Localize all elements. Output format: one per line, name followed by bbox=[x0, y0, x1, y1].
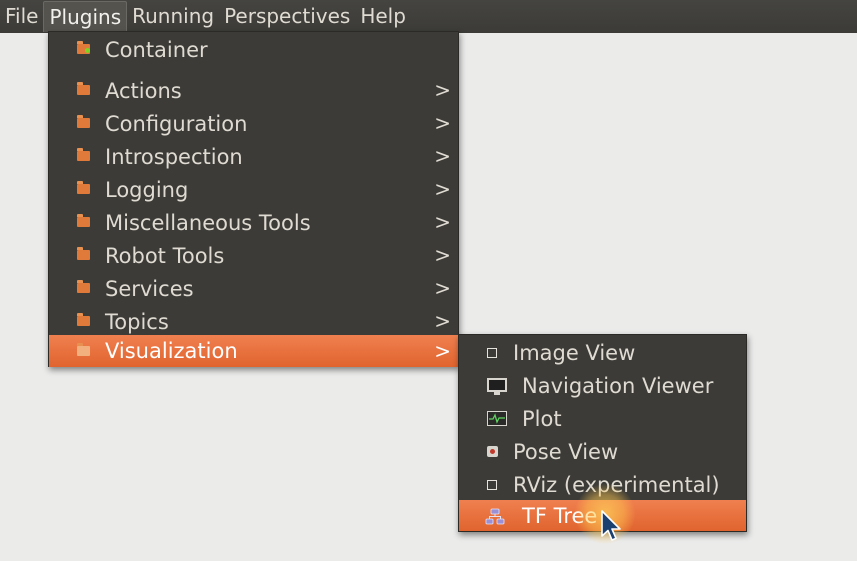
menu-item-logging[interactable]: Logging > bbox=[49, 173, 458, 206]
menu-item-label: Container bbox=[105, 37, 208, 62]
chevron-right-icon: > bbox=[434, 78, 451, 102]
menu-item-miscellaneous-tools[interactable]: Miscellaneous Tools > bbox=[49, 206, 458, 239]
application-window: File Plugins Running Perspectives Help C… bbox=[0, 0, 857, 561]
folder-icon bbox=[77, 148, 90, 161]
chevron-right-icon: > bbox=[434, 144, 451, 168]
pose-icon bbox=[487, 446, 498, 457]
chevron-right-icon: > bbox=[434, 309, 451, 333]
menu-help[interactable]: Help bbox=[355, 1, 411, 32]
menu-item-label: Services bbox=[105, 276, 194, 301]
plot-icon bbox=[487, 411, 507, 426]
menu-item-label: Introspection bbox=[105, 144, 243, 169]
menu-file[interactable]: File bbox=[0, 1, 43, 32]
mouse-pointer-icon bbox=[601, 510, 623, 548]
menu-item-label: Configuration bbox=[105, 111, 248, 136]
menu-item-plot[interactable]: Plot bbox=[459, 402, 746, 435]
menu-running[interactable]: Running bbox=[127, 1, 219, 32]
folder-icon bbox=[77, 313, 90, 326]
visualization-submenu: Image View Navigation Viewer Plot Pose V… bbox=[458, 334, 747, 532]
folder-icon bbox=[77, 82, 90, 95]
chevron-right-icon: > bbox=[434, 210, 451, 234]
folder-icon bbox=[77, 280, 90, 293]
menu-item-navigation-viewer[interactable]: Navigation Viewer bbox=[459, 369, 746, 402]
menu-item-label: TF Tree bbox=[522, 503, 598, 528]
menu-item-rviz[interactable]: RViz (experimental) bbox=[459, 468, 746, 501]
menu-item-topics[interactable]: Topics > bbox=[49, 305, 458, 338]
window-icon bbox=[487, 480, 497, 490]
menu-item-label: Actions bbox=[105, 78, 182, 103]
menu-item-container[interactable]: Container bbox=[49, 33, 458, 66]
chevron-right-icon: > bbox=[434, 276, 451, 300]
folder-icon bbox=[77, 181, 90, 194]
menu-item-label: Image View bbox=[513, 340, 636, 365]
chevron-right-icon: > bbox=[434, 111, 451, 135]
menu-item-pose-view[interactable]: Pose View bbox=[459, 435, 746, 468]
menu-plugins[interactable]: Plugins bbox=[43, 1, 128, 32]
menu-item-label: Miscellaneous Tools bbox=[105, 210, 311, 235]
menu-item-services[interactable]: Services > bbox=[49, 272, 458, 305]
menu-item-label: Plot bbox=[522, 406, 562, 431]
menu-item-label: Robot Tools bbox=[105, 243, 225, 268]
menu-item-actions[interactable]: Actions > bbox=[49, 74, 458, 107]
folder-icon bbox=[77, 247, 90, 260]
menu-item-robot-tools[interactable]: Robot Tools > bbox=[49, 239, 458, 272]
folder-icon bbox=[77, 115, 90, 128]
menu-item-image-view[interactable]: Image View bbox=[459, 336, 746, 369]
menu-perspectives[interactable]: Perspectives bbox=[219, 1, 355, 32]
menu-item-label: Topics bbox=[105, 309, 169, 334]
menu-item-label: Logging bbox=[105, 177, 189, 202]
menu-item-configuration[interactable]: Configuration > bbox=[49, 107, 458, 140]
menu-item-visualization[interactable]: Visualization > bbox=[49, 335, 458, 367]
folder-open-icon bbox=[77, 343, 90, 356]
menu-item-introspection[interactable]: Introspection > bbox=[49, 140, 458, 173]
menu-item-label: Pose View bbox=[513, 439, 619, 464]
plugins-menu: Container Actions > Configuration > Intr… bbox=[48, 31, 459, 367]
tf-tree-icon bbox=[485, 507, 505, 525]
folder-icon bbox=[77, 214, 90, 227]
menu-item-label: Navigation Viewer bbox=[522, 373, 714, 398]
chevron-right-icon: > bbox=[434, 339, 451, 363]
container-icon bbox=[77, 41, 90, 54]
menu-bar: File Plugins Running Perspectives Help bbox=[0, 0, 857, 33]
chevron-right-icon: > bbox=[434, 243, 451, 267]
menu-item-label: RViz (experimental) bbox=[513, 472, 720, 497]
chevron-right-icon: > bbox=[434, 177, 451, 201]
menu-item-label: Visualization bbox=[105, 339, 238, 363]
window-icon bbox=[487, 348, 497, 358]
monitor-icon bbox=[487, 378, 507, 395]
